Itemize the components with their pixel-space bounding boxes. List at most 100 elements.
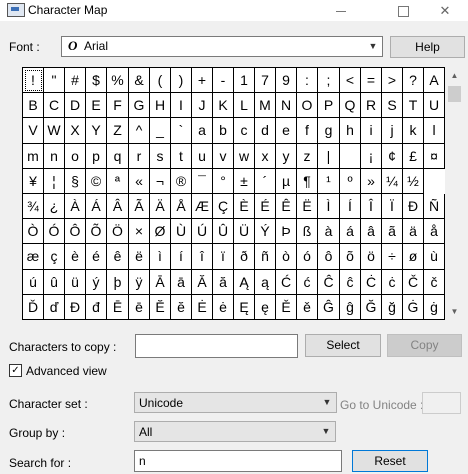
char-cell[interactable]: À: [65, 194, 86, 219]
char-cell[interactable]: g: [318, 118, 340, 144]
char-cell[interactable]: ¦: [44, 169, 65, 194]
char-cell[interactable]: s: [150, 144, 171, 169]
char-cell[interactable]: ¡: [361, 144, 382, 169]
char-cell-selected[interactable]: !: [23, 68, 44, 93]
char-cell[interactable]: ï: [213, 244, 234, 270]
char-cell[interactable]: ę: [255, 295, 276, 320]
char-cell[interactable]: C: [44, 93, 65, 118]
minimize-button[interactable]: [318, 0, 364, 21]
char-cell[interactable]: ¾: [23, 194, 44, 219]
char-cell[interactable]: Ö: [107, 219, 129, 244]
char-cell[interactable]: ©: [86, 169, 107, 194]
char-cell[interactable]: ç: [44, 244, 65, 270]
char-cell[interactable]: é: [86, 244, 107, 270]
char-cell[interactable]: ¼: [382, 169, 403, 194]
char-cell[interactable]: ĝ: [340, 295, 361, 320]
char-cell[interactable]: 9: [276, 68, 297, 93]
char-cell[interactable]: Ġ: [403, 295, 424, 320]
char-cell[interactable]: õ: [340, 244, 361, 270]
char-cell[interactable]: à: [318, 219, 340, 244]
char-cell[interactable]: ē: [129, 295, 150, 320]
char-cell[interactable]: Û: [213, 219, 234, 244]
char-cell[interactable]: E: [86, 93, 107, 118]
char-cell[interactable]: ®: [171, 169, 192, 194]
character-set-dropdown[interactable]: Unicode ▼: [134, 392, 337, 413]
char-cell[interactable]: ^: [129, 118, 150, 144]
char-cell[interactable]: :: [297, 68, 318, 93]
char-cell[interactable]: a: [192, 118, 213, 144]
help-button[interactable]: Help: [390, 36, 465, 58]
char-cell[interactable]: á: [340, 219, 361, 244]
char-cell[interactable]: r: [129, 144, 150, 169]
char-cell[interactable]: y: [276, 144, 297, 169]
char-cell[interactable]: ð: [234, 244, 255, 270]
char-cell[interactable]: K: [213, 93, 234, 118]
char-cell[interactable]: ý: [86, 270, 107, 295]
char-cell[interactable]: d: [255, 118, 276, 144]
char-cell[interactable]: c: [234, 118, 255, 144]
char-cell[interactable]: ê: [107, 244, 129, 270]
char-cell[interactable]: Ğ: [361, 295, 382, 320]
title-bar[interactable]: Character Map ✕: [0, 0, 468, 21]
char-cell[interactable]: Ê: [276, 194, 297, 219]
char-cell[interactable]: m: [23, 144, 44, 169]
char-cell[interactable]: Ð: [403, 194, 424, 219]
advanced-view-label[interactable]: Advanced view: [26, 364, 107, 378]
char-cell[interactable]: N: [276, 93, 297, 118]
char-cell[interactable]: Î: [361, 194, 382, 219]
char-cell[interactable]: i: [361, 118, 382, 144]
char-cell[interactable]: <: [340, 68, 361, 93]
char-cell[interactable]: T: [403, 93, 424, 118]
char-cell[interactable]: ì: [150, 244, 171, 270]
char-cell[interactable]: ğ: [382, 295, 403, 320]
char-cell[interactable]: V: [23, 118, 44, 144]
char-cell[interactable]: ß: [297, 219, 318, 244]
char-cell[interactable]: «: [129, 169, 150, 194]
char-cell[interactable]: f: [297, 118, 318, 144]
char-cell[interactable]: Ñ: [424, 194, 445, 219]
char-cell[interactable]: -: [213, 68, 234, 93]
char-cell[interactable]: w: [234, 144, 255, 169]
char-cell[interactable]: X: [65, 118, 86, 144]
char-cell[interactable]: ": [44, 68, 65, 93]
char-cell[interactable]: Ó: [44, 219, 65, 244]
char-cell[interactable]: Ä: [150, 194, 171, 219]
char-cell[interactable]: F: [107, 93, 129, 118]
char-cell[interactable]: °: [213, 169, 234, 194]
reset-button[interactable]: Reset: [352, 450, 428, 472]
char-cell[interactable]: =: [361, 68, 382, 93]
char-cell[interactable]: ø: [403, 244, 424, 270]
char-cell[interactable]: Ï: [382, 194, 403, 219]
char-cell[interactable]: ¿: [44, 194, 65, 219]
char-cell[interactable]: ù: [424, 244, 445, 270]
char-cell[interactable]: o: [65, 144, 86, 169]
char-cell[interactable]: Ā: [150, 270, 171, 295]
char-cell[interactable]: A: [424, 68, 445, 93]
char-cell[interactable]: v: [213, 144, 234, 169]
char-cell[interactable]: Ù: [171, 219, 192, 244]
char-cell[interactable]: I: [171, 93, 192, 118]
char-cell[interactable]: ¹: [318, 169, 340, 194]
char-cell[interactable]: Ã: [129, 194, 150, 219]
char-cell[interactable]: Q: [340, 93, 361, 118]
char-cell[interactable]: j: [382, 118, 403, 144]
char-cell[interactable]: ª: [107, 169, 129, 194]
char-cell[interactable]: ÷: [382, 244, 403, 270]
char-cell[interactable]: ć: [297, 270, 318, 295]
char-cell[interactable]: ë: [129, 244, 150, 270]
char-cell[interactable]: Å: [171, 194, 192, 219]
char-cell[interactable]: É: [255, 194, 276, 219]
char-cell[interactable]: Ē: [107, 295, 129, 320]
char-cell[interactable]: ½: [403, 169, 424, 194]
char-cell[interactable]: ā: [171, 270, 192, 295]
char-cell[interactable]: Ø: [150, 219, 171, 244]
char-cell[interactable]: ): [171, 68, 192, 93]
char-cell[interactable]: 7: [255, 68, 276, 93]
char-cell[interactable]: ċ: [382, 270, 403, 295]
char-cell[interactable]: Z: [107, 118, 129, 144]
char-cell[interactable]: đ: [86, 295, 107, 320]
char-cell[interactable]: ?: [403, 68, 424, 93]
char-cell[interactable]: ė: [213, 295, 234, 320]
char-cell[interactable]: D: [65, 93, 86, 118]
group-by-dropdown[interactable]: All ▼: [134, 421, 336, 442]
